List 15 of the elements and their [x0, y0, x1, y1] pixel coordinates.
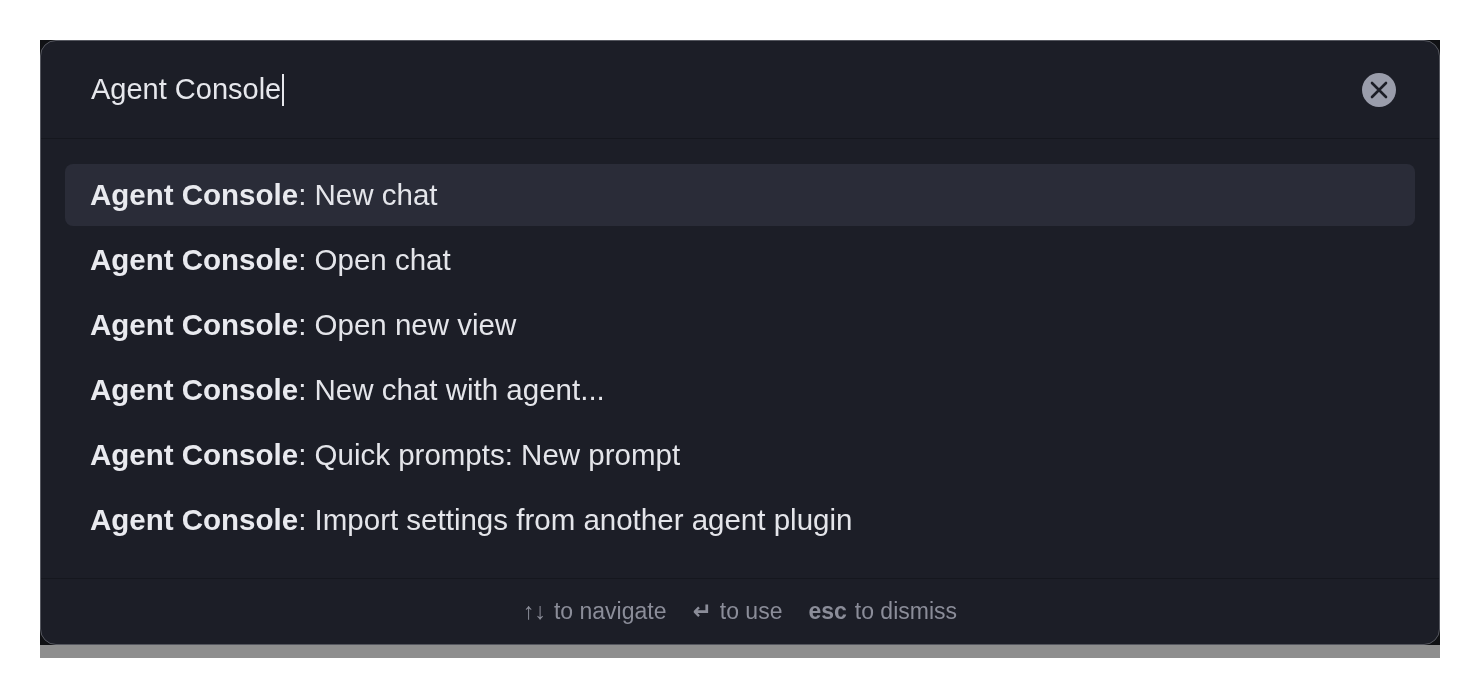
hint-text: to navigate [553, 598, 667, 625]
hint-text: to dismiss [854, 598, 958, 625]
command-item[interactable]: Agent Console: Quick prompts: New prompt [65, 424, 1415, 486]
key-symbol: ↑↓ [522, 598, 546, 625]
key-symbol: ↵ [692, 598, 712, 625]
clear-button[interactable] [1362, 72, 1396, 107]
command-item[interactable]: Agent Console: Open new view [65, 294, 1415, 356]
close-icon [1370, 80, 1388, 99]
command-item[interactable]: Agent Console: Open chat [65, 229, 1415, 291]
hint-text: to use [719, 598, 783, 625]
command-item[interactable]: Agent Console: New chat with agent... [65, 359, 1415, 421]
command-item[interactable]: Agent Console: New chat [65, 164, 1415, 226]
command-item[interactable]: Agent Console: Import settings from another agent plugin [65, 489, 1415, 551]
key-symbol: esc [808, 598, 847, 625]
search-field[interactable]: Agent Console [91, 69, 1342, 110]
